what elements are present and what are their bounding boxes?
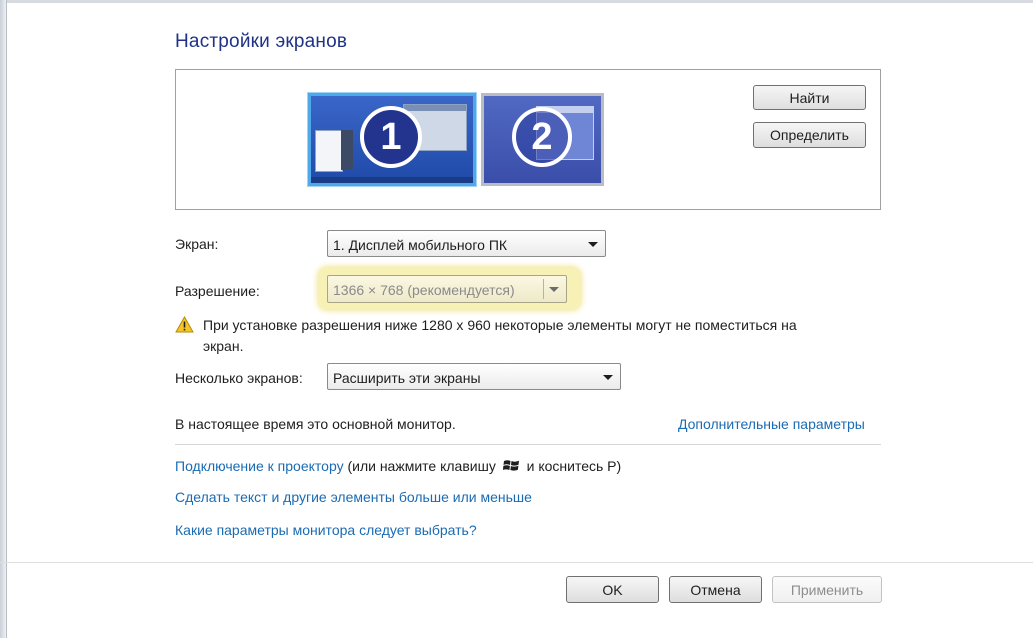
projector-row: Подключение к проектору (или нажмите кла… xyxy=(175,458,621,476)
which-settings-link[interactable]: Какие параметры монитора следует выбрать… xyxy=(175,522,477,538)
taskbar-thumbnail xyxy=(311,177,473,183)
sidebar-thumbnail xyxy=(341,130,353,170)
monitor-number-1: 1 xyxy=(360,106,422,168)
resolution-select[interactable]: 1366 × 768 (рекомендуется) xyxy=(327,275,567,303)
display-select-value: 1. Дисплей мобильного ПК xyxy=(333,237,508,253)
advanced-settings-link[interactable]: Дополнительные параметры xyxy=(678,416,865,432)
projector-hint-after: и коснитесь P) xyxy=(526,458,622,474)
warning-text-line1: При установке разрешения ниже 1280 x 960… xyxy=(203,317,797,333)
page-title: Настройки экранов xyxy=(175,31,348,52)
multiple-displays-select[interactable]: Расширить эти экраны xyxy=(327,363,621,390)
divider xyxy=(175,444,881,445)
apply-button[interactable]: Применить xyxy=(772,576,882,603)
monitor-2[interactable]: 2 xyxy=(481,93,604,186)
chevron-down-icon xyxy=(549,287,559,292)
projector-hint-before: (или нажмите клавишу xyxy=(347,458,496,474)
primary-monitor-text: В настоящее время это основной монитор. xyxy=(175,416,456,432)
monitor-number-2: 2 xyxy=(512,107,572,167)
multiple-displays-select-value: Расширить эти экраны xyxy=(333,370,481,386)
cancel-button[interactable]: Отмена xyxy=(669,576,762,603)
find-button[interactable]: Найти xyxy=(753,85,866,110)
resolution-label: Разрешение: xyxy=(175,283,260,299)
ok-button[interactable]: OK xyxy=(566,576,659,603)
select-separator xyxy=(543,279,544,299)
warning-text-line2: экран. xyxy=(203,338,244,354)
window-left-edge xyxy=(0,0,7,638)
window-top-edge xyxy=(0,0,1033,3)
warning-icon xyxy=(175,315,194,338)
windows-logo-icon xyxy=(502,458,520,476)
identify-button[interactable]: Определить xyxy=(753,122,866,148)
display-select[interactable]: 1. Дисплей мобильного ПК xyxy=(327,230,606,257)
chevron-down-icon xyxy=(603,375,613,380)
document-thumbnail xyxy=(315,130,343,172)
display-label: Экран: xyxy=(175,236,219,252)
resolution-select-value: 1366 × 768 (рекомендуется) xyxy=(333,282,515,298)
monitor-1[interactable]: 1 xyxy=(308,93,476,186)
text-size-link[interactable]: Сделать текст и другие элементы больше и… xyxy=(175,489,532,505)
chevron-down-icon xyxy=(588,242,598,247)
multiple-displays-label: Несколько экранов: xyxy=(175,370,303,386)
footer-divider xyxy=(0,562,1033,563)
projector-link[interactable]: Подключение к проектору xyxy=(175,458,344,474)
